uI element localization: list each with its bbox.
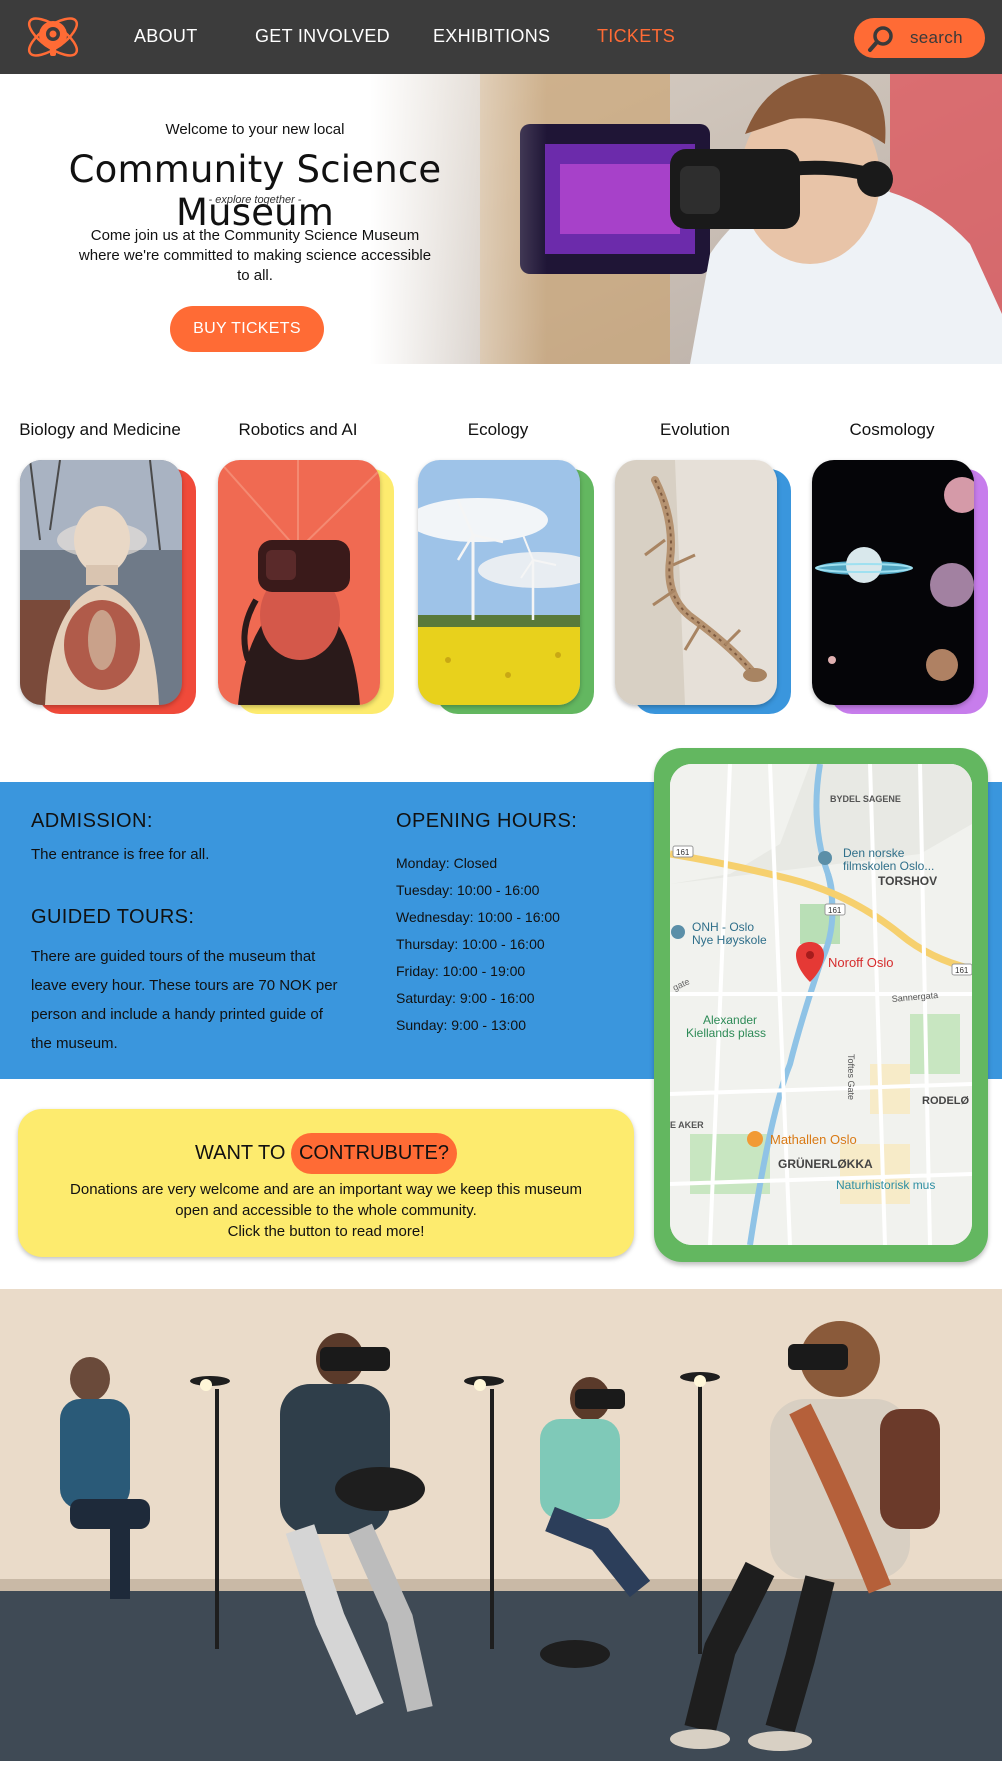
map-road-161c: 161 bbox=[955, 966, 969, 975]
category-card-ecology[interactable] bbox=[418, 460, 580, 705]
map-label-onh-1: ONH - Oslo bbox=[692, 920, 754, 934]
vr-visitors-photo bbox=[0, 1289, 1002, 1761]
museum-logo[interactable] bbox=[22, 6, 84, 68]
category-label: Robotics and AI bbox=[238, 420, 358, 439]
opening-hours-list: Monday: Closed Tuesday: 10:00 - 16:00 We… bbox=[396, 850, 636, 1039]
location-map[interactable]: 161 161 161 BYDEL SAGENE Den norske film… bbox=[670, 764, 972, 1245]
donate-card: WANT TO CONTRUBUTE? Donations are very w… bbox=[18, 1109, 634, 1257]
vr-visitors-illustration bbox=[0, 1289, 1002, 1761]
map-label-naturhistorisk: Naturhistorisk mus bbox=[836, 1178, 935, 1192]
hours-monday: Monday: Closed bbox=[396, 855, 498, 871]
category-card-robotics[interactable] bbox=[218, 460, 380, 705]
guided-tours-heading: GUIDED TOURS: bbox=[31, 906, 195, 928]
category-card-evolution[interactable] bbox=[615, 460, 777, 705]
nav-about[interactable]: ABOUT bbox=[134, 26, 198, 47]
hours-tuesday: Tuesday: 10:00 - 16:00 bbox=[396, 882, 540, 898]
nav-exhibitions[interactable]: EXHIBITIONS bbox=[433, 26, 550, 47]
vr-headset-image bbox=[218, 460, 380, 705]
donate-text-line-1: Donations are very welcome and are an im… bbox=[70, 1181, 582, 1219]
nav-tickets[interactable]: TICKETS bbox=[597, 26, 675, 47]
hero-text-block: Welcome to your new local Community Scie… bbox=[30, 74, 480, 364]
map-label-filmskolen-2: filmskolen Oslo... bbox=[843, 859, 934, 873]
map-label-grunerlokka: GRÜNERLØKKA bbox=[778, 1156, 873, 1171]
hours-saturday: Saturday: 9:00 - 16:00 bbox=[396, 990, 535, 1006]
map-label-bydel: BYDEL SAGENE bbox=[830, 794, 901, 804]
buy-tickets-button[interactable]: BUY TICKETS bbox=[170, 306, 324, 352]
fossil-image bbox=[615, 460, 777, 705]
hero-section: Welcome to your new local Community Scie… bbox=[0, 74, 1002, 364]
map-label-aker: E AKER bbox=[670, 1120, 704, 1130]
donate-description: Donations are very welcome and are an im… bbox=[68, 1179, 584, 1242]
category-robotics: Robotics and AI bbox=[218, 420, 396, 720]
map-road-161a: 161 bbox=[676, 848, 690, 857]
wind-turbines-image bbox=[418, 460, 580, 705]
map-road-161b: 161 bbox=[828, 906, 842, 915]
category-card-biology[interactable] bbox=[20, 460, 182, 705]
nav-get-involved[interactable]: GET INVOLVED bbox=[255, 26, 390, 47]
donate-title-prefix: WANT TO bbox=[195, 1142, 291, 1164]
hours-friday: Friday: 10:00 - 19:00 bbox=[396, 963, 526, 979]
hours-sunday: Sunday: 9:00 - 13:00 bbox=[396, 1017, 526, 1033]
map-label-noroff: Noroff Oslo bbox=[828, 955, 894, 970]
map-label-torshov: TORSHOV bbox=[878, 874, 937, 888]
hero-title: Community Science Museum bbox=[68, 148, 442, 234]
category-label: Cosmology bbox=[849, 420, 935, 439]
top-navbar: ABOUT GET INVOLVED EXHIBITIONS TICKETS s… bbox=[0, 0, 1002, 74]
category-label: Ecology bbox=[467, 420, 529, 439]
donate-text-line-2: Click the button to read more! bbox=[227, 1223, 425, 1240]
planets-image bbox=[812, 460, 974, 705]
category-label: Evolution bbox=[660, 420, 730, 439]
hero-description: Come join us at the Community Science Mu… bbox=[78, 227, 432, 284]
hours-wednesday: Wednesday: 10:00 - 16:00 bbox=[396, 909, 560, 925]
hero-welcome: Welcome to your new local bbox=[165, 121, 345, 138]
donate-title: WANT TO CONTRUBUTE? bbox=[18, 1133, 634, 1174]
map-graphic: 161 161 161 BYDEL SAGENE Den norske film… bbox=[670, 764, 972, 1245]
guided-tours-text: There are guided tours of the museum tha… bbox=[31, 948, 338, 1052]
map-label-toftes: Toftes Gate bbox=[846, 1054, 856, 1100]
hero-tagline: - explore together - bbox=[208, 194, 302, 206]
category-evolution: Evolution bbox=[615, 420, 793, 720]
category-label: Biology and Medicine bbox=[19, 420, 181, 439]
category-ecology: Ecology bbox=[418, 420, 596, 720]
map-label-mathallen: Mathallen Oslo bbox=[770, 1132, 857, 1147]
hours-thursday: Thursday: 10:00 - 16:00 bbox=[396, 936, 545, 952]
map-frame: 161 161 161 BYDEL SAGENE Den norske film… bbox=[654, 748, 988, 1262]
category-card-cosmology[interactable] bbox=[812, 460, 974, 705]
map-label-alexander-1: Alexander bbox=[703, 1013, 757, 1027]
map-label-filmskolen-1: Den norske bbox=[843, 846, 905, 860]
admission-heading: ADMISSION: bbox=[31, 810, 153, 832]
search-icon bbox=[868, 26, 893, 52]
opening-hours-heading: OPENING HOURS: bbox=[396, 810, 578, 832]
map-label-rodelok: RODELØ bbox=[922, 1095, 970, 1107]
map-label-alexander-2: Kiellands plass bbox=[686, 1026, 766, 1040]
map-label-onh-2: Nye Høyskole bbox=[692, 933, 767, 947]
search-button[interactable]: search bbox=[854, 18, 985, 58]
admission-text: The entrance is free for all. bbox=[31, 846, 210, 863]
category-biology: Biology and Medicine bbox=[19, 420, 198, 720]
category-cosmology: Cosmology bbox=[812, 420, 990, 720]
anatomy-model-image bbox=[20, 460, 182, 705]
search-label: search bbox=[910, 28, 963, 47]
contribute-button[interactable]: CONTRUBUTE? bbox=[290, 1133, 457, 1174]
